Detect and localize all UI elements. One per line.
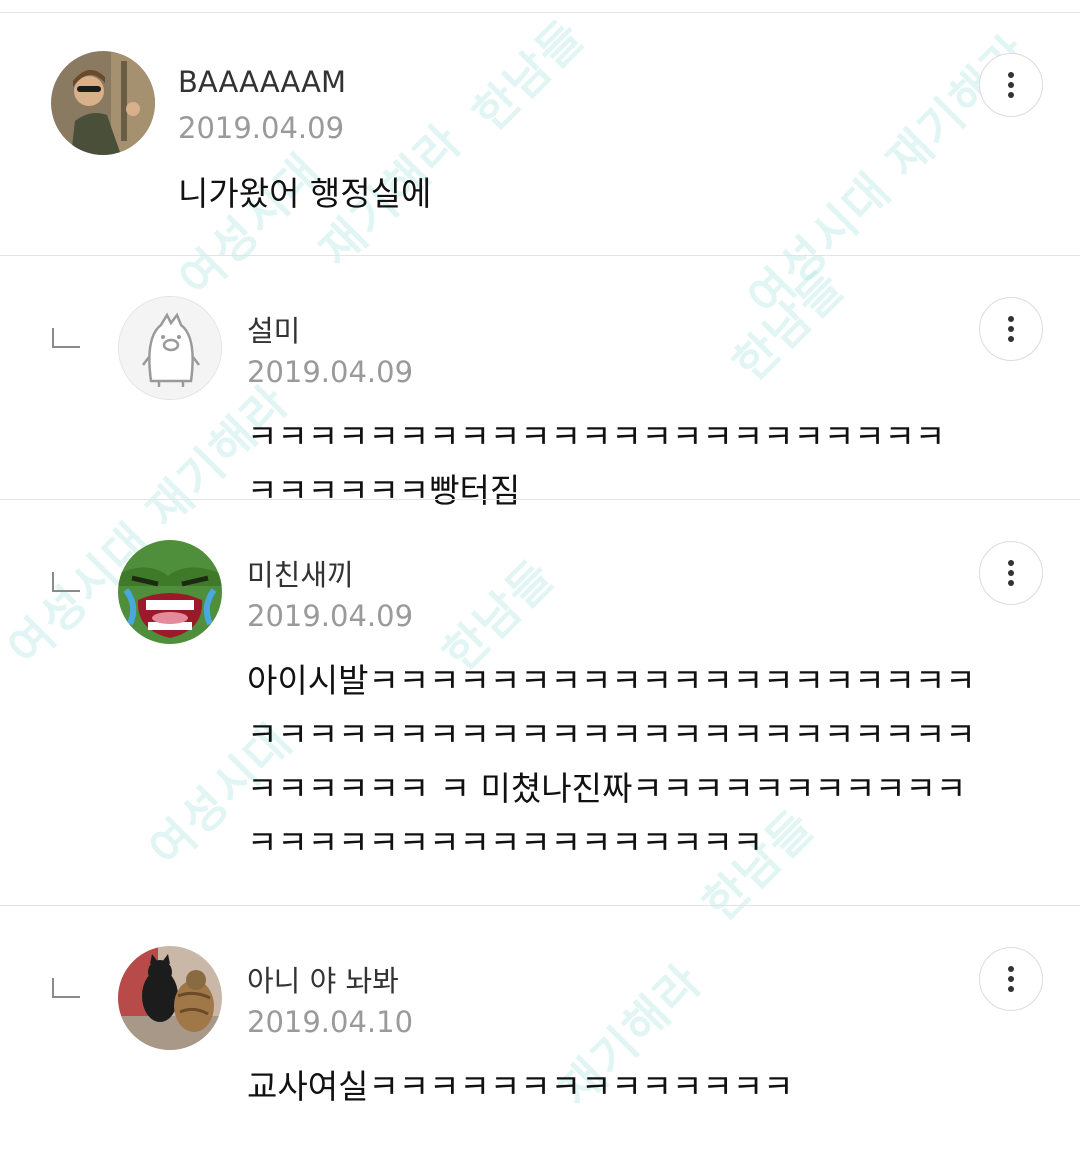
avatar[interactable] [118, 946, 222, 1050]
photo-woman-pilot-avatar [51, 51, 155, 155]
comment-date: 2019.04.10 [247, 1005, 414, 1039]
more-dots-icon [1008, 560, 1014, 566]
comment-author[interactable]: 설미 [247, 308, 300, 350]
reply-indicator-icon [52, 328, 80, 348]
default-pig-avatar [119, 297, 221, 399]
comment-author[interactable]: 미친새끼 [247, 552, 354, 594]
avatar[interactable] [118, 296, 222, 400]
comment-date: 2019.04.09 [247, 355, 414, 389]
comment-text: 니가왔어 행정실에 [178, 174, 432, 213]
more-dots-icon [1008, 72, 1014, 78]
comment-item: 미친새끼 2019.04.09 아이시발ㅋㅋㅋㅋㅋㅋㅋㅋㅋㅋㅋㅋㅋㅋㅋㅋㅋㅋㅋㅋ… [0, 500, 1080, 906]
photo-cats-avatar [118, 946, 222, 1050]
angry-frog-avatar [118, 540, 222, 644]
comment-author[interactable]: 아니 야 놔봐 [247, 958, 399, 1000]
more-dots-icon [1008, 966, 1014, 972]
reply-indicator-icon [52, 978, 80, 998]
comment-author[interactable]: BAAAAAAM [178, 65, 346, 99]
more-options-button[interactable] [979, 53, 1043, 117]
more-options-button[interactable] [979, 541, 1043, 605]
comment-text: 교사여실ㅋㅋㅋㅋㅋㅋㅋㅋㅋㅋㅋㅋㅋㅋ [247, 1067, 794, 1106]
reply-indicator-icon [52, 572, 80, 592]
more-options-button[interactable] [979, 297, 1043, 361]
comment-item: 아니 야 놔봐 2019.04.10 교사여실ㅋㅋㅋㅋㅋㅋㅋㅋㅋㅋㅋㅋㅋㅋ [0, 906, 1080, 1151]
comment-item: 설미 2019.04.09 ㅋㅋㅋㅋㅋㅋㅋㅋㅋㅋㅋㅋㅋㅋㅋㅋㅋㅋㅋㅋㅋㅋㅋㅋㅋㅋ… [0, 256, 1080, 510]
comment-date: 2019.04.09 [247, 599, 414, 633]
comment-text: 아이시발ㅋㅋㅋㅋㅋㅋㅋㅋㅋㅋㅋㅋㅋㅋㅋㅋㅋㅋㅋㅋㅋㅋㅋㅋㅋㅋㅋㅋㅋㅋㅋㅋㅋㅋㅋㅋ… [247, 661, 976, 862]
more-options-button[interactable] [979, 947, 1043, 1011]
comment-date: 2019.04.09 [178, 111, 345, 145]
avatar[interactable] [51, 51, 155, 155]
more-dots-icon [1008, 316, 1014, 322]
comment-item: BAAAAAAM 2019.04.09 니가왔어 행정실에 [0, 13, 1080, 256]
avatar[interactable] [118, 540, 222, 644]
